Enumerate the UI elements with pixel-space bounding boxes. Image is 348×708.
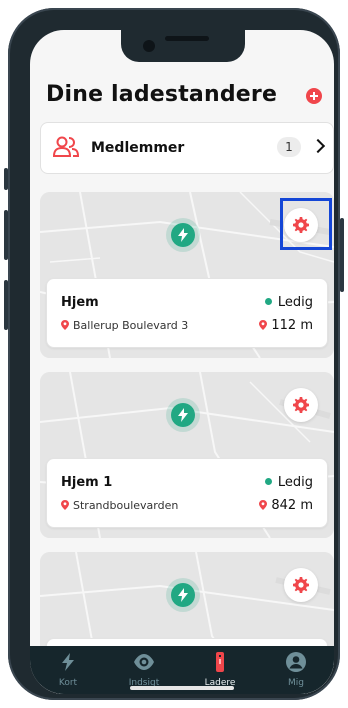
volume-down-button <box>4 280 8 330</box>
distance-text: 842 m <box>271 498 313 513</box>
location-pin-icon <box>259 499 268 510</box>
status-dot <box>264 478 272 485</box>
charger-icon <box>216 652 224 672</box>
members-count-badge: 1 <box>277 137 301 157</box>
members-label: Medlemmer <box>91 140 185 156</box>
charger-address: Strandboulevarden <box>61 499 178 512</box>
distance-text: 112 m <box>271 318 313 333</box>
location-pin-icon <box>61 320 69 330</box>
tab-label: Mig <box>288 678 304 688</box>
add-charger-button[interactable] <box>306 88 322 104</box>
eye-icon <box>134 654 154 670</box>
status-text: Ledig <box>277 295 313 310</box>
charger-distance: 112 m <box>259 318 313 333</box>
home-indicator <box>130 686 234 690</box>
volume-up-button <box>4 210 8 260</box>
tab-kort[interactable]: Kort <box>30 646 106 694</box>
bolt-icon <box>178 588 188 602</box>
chevron-right-icon <box>310 138 326 154</box>
speaker <box>165 36 209 41</box>
charger-name: Hjem <box>61 295 99 310</box>
highlight-box <box>280 198 332 250</box>
power-button <box>340 218 344 292</box>
members-row[interactable]: Medlemmer 1 <box>40 122 334 174</box>
status-dot <box>264 298 272 305</box>
charger-location-pin <box>166 398 200 432</box>
bolt-icon <box>62 653 74 671</box>
users-icon <box>53 136 79 157</box>
settings-button[interactable] <box>284 568 318 602</box>
charger-name: Hjem 1 <box>61 475 113 490</box>
address-text: Strandboulevarden <box>73 499 179 512</box>
location-pin-icon <box>61 500 69 510</box>
profile-icon <box>286 652 306 672</box>
gear-icon <box>293 397 309 413</box>
side-button <box>4 168 8 190</box>
notch <box>121 30 245 62</box>
tab-mig[interactable]: Mig <box>258 646 334 694</box>
tab-label: Kort <box>58 678 78 688</box>
address-text: Ballerup Boulevard 3 <box>73 319 189 332</box>
page-title: Dine ladestandere <box>46 82 278 107</box>
charger-address: Ballerup Boulevard 3 <box>61 319 188 332</box>
status-text: Ledig <box>277 475 313 490</box>
status-badge: Ledig <box>264 295 313 310</box>
bolt-icon <box>178 408 188 422</box>
charger-location-pin <box>166 578 200 612</box>
gear-icon <box>293 577 309 593</box>
status-badge: Ledig <box>264 475 313 490</box>
app-screen: Dine ladestandere Medlemmer 1 Hjem Ledig… <box>30 30 334 694</box>
charger-distance: 842 m <box>259 498 313 513</box>
phone-frame: Dine ladestandere Medlemmer 1 Hjem Ledig… <box>4 8 344 700</box>
charger-info-panel: Hjem 1 Ledig Strandboulevarden 842 m <box>46 458 328 528</box>
settings-button[interactable] <box>284 388 318 422</box>
bolt-icon <box>178 228 188 242</box>
camera <box>143 40 155 52</box>
charger-location-pin <box>166 218 200 252</box>
charger-info-panel: Hjem Ledig Ballerup Boulevard 3 112 m <box>46 278 328 348</box>
charger-card[interactable]: Hjem Ledig Ballerup Boulevard 3 112 m <box>40 192 334 358</box>
charger-card[interactable]: Hjem 1 Ledig Strandboulevarden 842 m <box>40 372 334 538</box>
location-pin-icon <box>259 319 268 330</box>
